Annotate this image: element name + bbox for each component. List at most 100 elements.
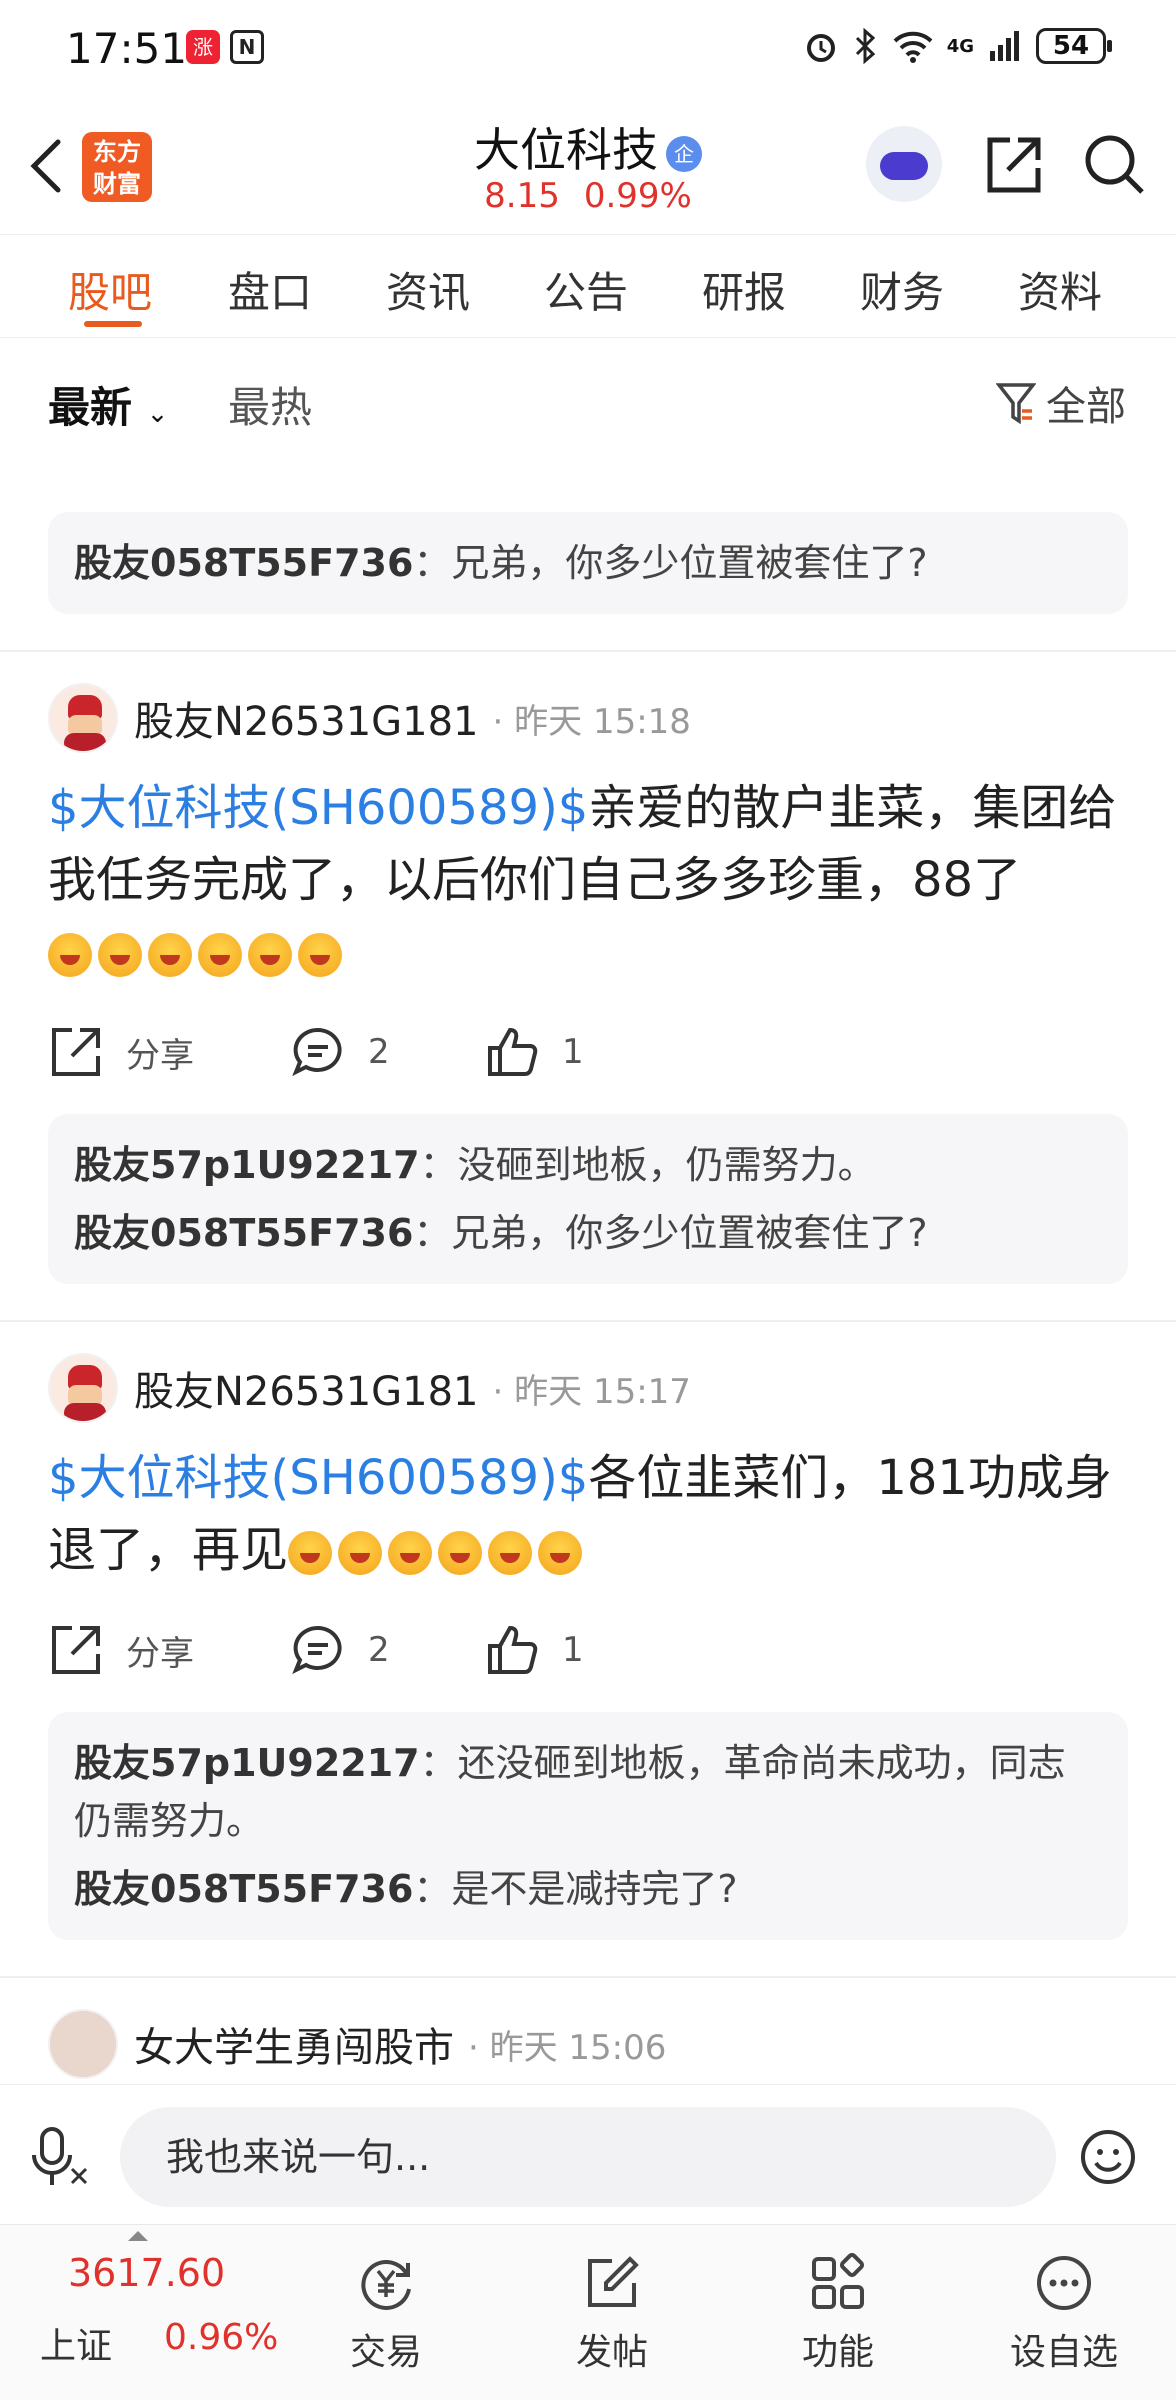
more-icon [1037, 2256, 1091, 2310]
emoji-icon [198, 933, 242, 977]
bottom-nav: 3617.60 上证 0.96% 交易 发帖 功能 设自选 [0, 2224, 1176, 2400]
tab-guba[interactable]: 股吧 [68, 259, 152, 320]
thumbs-up-icon [488, 1625, 538, 1674]
tab-announcements[interactable]: 公告 [544, 259, 628, 320]
post-item[interactable]: 股友N26531G181 · 昨天 15:17 $大位科技(SH600589)$… [0, 1322, 1176, 1978]
filter-all-button[interactable]: 全部 [996, 374, 1126, 432]
post-item[interactable]: 股友N26531G181 · 昨天 15:18 $大位科技(SH600589)$… [0, 652, 1176, 1322]
like-button[interactable]: 1 [484, 1024, 584, 1080]
post-time: · 昨天 15:06 [468, 2027, 667, 2068]
stock-name: 大位科技 [474, 123, 658, 177]
index-value[interactable]: 3617.60 [68, 2251, 225, 2295]
app-notification-icon: 涨 [186, 30, 220, 64]
post-author[interactable]: 股友N26531G181 [134, 689, 479, 747]
post-time: · 昨天 15:18 [492, 701, 691, 742]
tab-finance[interactable]: 财务 [860, 259, 944, 320]
tab-profile[interactable]: 资料 [1018, 259, 1102, 320]
nav-trade[interactable]: 交易 [316, 2253, 456, 2375]
stock-tag-link[interactable]: $大位科技(SH600589)$ [48, 1450, 588, 1506]
battery-icon: 54 [1036, 28, 1112, 64]
post-actions: 分享 2 1 [48, 1614, 1128, 1686]
post-header: 股友N26531G181 · 昨天 15:17 [48, 1350, 1128, 1426]
share-label: 分享 [126, 1035, 194, 1076]
enterprise-badge: 企 [666, 135, 702, 172]
post-actions: 分享 2 1 [48, 1016, 1128, 1088]
avatar[interactable] [48, 1353, 118, 1423]
notification-icons: 涨 N [186, 30, 264, 64]
reply-user[interactable]: 股友57p1U92217 [74, 1741, 420, 1785]
post-time: · 昨天 15:17 [492, 1371, 691, 1412]
reply-preview[interactable]: 股友058T55F736：兄弟，你多少位置被套住了? [48, 512, 1128, 614]
network-type: 4G [946, 35, 974, 57]
stock-tag-link[interactable]: $大位科技(SH600589)$ [48, 780, 588, 836]
post-header: 股友N26531G181 · 昨天 15:18 [48, 680, 1128, 756]
post-feed[interactable]: 股友058T55F736：兄弟，你多少位置被套住了? 股友N26531G181 … [0, 440, 1176, 2084]
wifi-icon [893, 31, 933, 63]
chevron-up-icon[interactable] [128, 2231, 148, 2241]
reply-user[interactable]: 股友058T55F736 [74, 1867, 413, 1911]
emoji-icon [388, 1531, 433, 1575]
nfc-icon: N [230, 30, 264, 64]
signal-icon [990, 31, 1019, 61]
share-button[interactable]: 分享 [48, 1622, 290, 1678]
avatar[interactable] [48, 2009, 118, 2079]
tab-pankou[interactable]: 盘口 [228, 259, 312, 320]
comment-bar: 我也来说一句... [0, 2084, 1176, 2224]
nav-post[interactable]: 发帖 [542, 2253, 682, 2375]
nav-add-watchlist[interactable]: 设自选 [994, 2253, 1134, 2375]
emoji-icon [148, 933, 192, 977]
share-icon [52, 1028, 100, 1076]
reply-preview[interactable]: 股友57p1U92217：还没砸到地板，革命尚未成功，同志仍需努力。 股友058… [48, 1712, 1128, 1940]
emoji-icon [288, 1531, 333, 1575]
share-label: 分享 [126, 1633, 194, 1674]
like-button[interactable]: 1 [484, 1622, 584, 1678]
section-tabs: 股吧 盘口 资讯 公告 研报 财务 资料 [0, 234, 1176, 338]
tab-research[interactable]: 研报 [702, 259, 786, 320]
active-tab-indicator [84, 321, 142, 327]
sort-hot[interactable]: 最热 [228, 374, 312, 435]
emoji-icon [338, 1531, 383, 1575]
comment-count: 2 [368, 1032, 390, 1072]
compose-icon [588, 2256, 639, 2307]
stock-change: 0.99% [583, 176, 692, 216]
post-author[interactable]: 女大学生勇闯股市 [134, 2015, 454, 2073]
ai-assistant-icon[interactable] [866, 126, 942, 202]
filter-icon [996, 383, 1036, 425]
reply-user[interactable]: 股友57p1U92217 [74, 1143, 420, 1187]
comment-button[interactable]: 2 [290, 1622, 484, 1678]
reply-text: ：没砸到地板，仍需努力。 [419, 1143, 876, 1187]
emoji-icon [48, 933, 92, 977]
like-count: 1 [562, 1630, 584, 1670]
emoji-icon [488, 1531, 533, 1575]
nav-add-watchlist-label: 设自选 [1009, 2332, 1118, 2373]
reply-user[interactable]: 股友058T55F736 [74, 541, 413, 585]
post-item[interactable]: 女大学生勇闯股市 · 昨天 15:06 [0, 1978, 1176, 2082]
share-icon[interactable] [980, 132, 1046, 198]
tab-news[interactable]: 资讯 [386, 259, 470, 320]
sort-latest[interactable]: 最新 ⌄ [48, 374, 168, 435]
reply-user[interactable]: 股友058T55F736 [74, 1211, 413, 1255]
index-change[interactable]: 0.96% [164, 2317, 278, 2358]
reply-preview[interactable]: 股友57p1U92217：没砸到地板，仍需努力。 股友058T55F736：兄弟… [48, 1114, 1128, 1284]
stock-price: 8.15 [484, 176, 560, 216]
voice-input-icon[interactable] [32, 2125, 92, 2189]
index-name[interactable]: 上证 [40, 2317, 112, 2369]
comment-icon [292, 1027, 342, 1077]
post-content[interactable]: $大位科技(SH600589)$各位韭菜们，181功成身退了，再见 [48, 1442, 1128, 1586]
comment-button[interactable]: 2 [290, 1024, 484, 1080]
emoji-icon [538, 1531, 583, 1575]
status-time: 17:51 [66, 24, 188, 73]
search-icon[interactable] [1082, 132, 1148, 198]
nav-functions[interactable]: 功能 [768, 2253, 908, 2375]
comment-input[interactable]: 我也来说一句... [120, 2107, 1056, 2207]
filter-all-label: 全部 [1046, 384, 1126, 430]
post-author[interactable]: 股友N26531G181 [134, 1359, 479, 1417]
reply-text: ：兄弟，你多少位置被套住了? [413, 541, 928, 585]
nav-post-label: 发帖 [575, 2332, 648, 2373]
post-content[interactable]: $大位科技(SH600589)$亲爱的散户韭菜，集团给我任务完成了，以后你们自己… [48, 772, 1128, 988]
reply-text: ：兄弟，你多少位置被套住了? [413, 1211, 928, 1255]
system-icons: 4G 54 [803, 28, 1112, 64]
emoji-icon[interactable] [1080, 2129, 1136, 2185]
share-button[interactable]: 分享 [48, 1024, 290, 1080]
avatar[interactable] [48, 683, 118, 753]
